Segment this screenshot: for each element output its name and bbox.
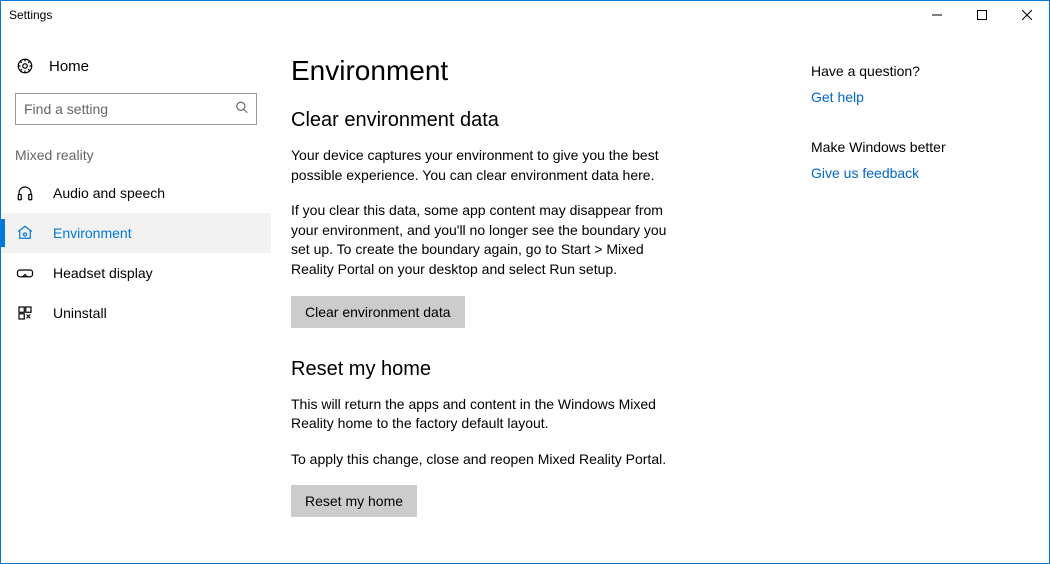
headset-icon: [15, 184, 35, 202]
sidebar-item-label: Uninstall: [53, 305, 107, 321]
vr-headset-icon: [15, 264, 35, 282]
category-header: Mixed reality: [1, 143, 271, 173]
search-container: [15, 93, 257, 125]
reset-home-button[interactable]: Reset my home: [291, 485, 417, 517]
sidebar-item-uninstall[interactable]: Uninstall: [1, 293, 271, 333]
page-title: Environment: [291, 55, 771, 87]
home-nav[interactable]: Home: [1, 49, 271, 83]
section-heading: Clear environment data: [291, 109, 771, 132]
section-paragraph: Your device captures your environment to…: [291, 146, 671, 185]
minimize-button[interactable]: [914, 1, 959, 29]
aside-heading: Make Windows better: [811, 139, 1029, 155]
section-paragraph: If you clear this data, some app content…: [291, 201, 671, 279]
section-paragraph: To apply this change, close and reopen M…: [291, 450, 671, 470]
sidebar-item-headset-display[interactable]: Headset display: [1, 253, 271, 293]
section-reset-home: Reset my home This will return the apps …: [291, 358, 771, 548]
sidebar-item-audio-speech[interactable]: Audio and speech: [1, 173, 271, 213]
main-content: Environment Clear environment data Your …: [271, 29, 1049, 563]
close-button[interactable]: [1004, 1, 1049, 29]
home-icon: [15, 57, 35, 75]
sidebar: Home Mixed reality Audio and speech Envi…: [1, 29, 271, 563]
aside-column: Have a question? Get help Make Windows b…: [811, 55, 1029, 543]
get-help-link[interactable]: Get help: [811, 89, 1029, 105]
maximize-icon: [977, 10, 987, 20]
aside-feedback: Make Windows better Give us feedback: [811, 139, 1029, 181]
minimize-icon: [932, 10, 942, 20]
nav-list: Audio and speech Environment Headset dis…: [1, 173, 271, 333]
section-paragraph: This will return the apps and content in…: [291, 395, 671, 434]
aside-help: Have a question? Get help: [811, 63, 1029, 105]
sidebar-item-label: Audio and speech: [53, 185, 165, 201]
environment-icon: [15, 224, 35, 242]
sidebar-item-environment[interactable]: Environment: [1, 213, 271, 253]
uninstall-icon: [15, 304, 35, 322]
section-clear-environment: Clear environment data Your device captu…: [291, 109, 771, 358]
aside-heading: Have a question?: [811, 63, 1029, 79]
give-feedback-link[interactable]: Give us feedback: [811, 165, 1029, 181]
close-icon: [1022, 10, 1032, 20]
sidebar-item-label: Headset display: [53, 265, 153, 281]
sidebar-item-label: Environment: [53, 225, 132, 241]
clear-environment-button[interactable]: Clear environment data: [291, 296, 465, 328]
section-heading: Reset my home: [291, 358, 771, 381]
window-title: Settings: [9, 8, 52, 22]
home-label: Home: [49, 58, 89, 75]
title-bar: Settings: [1, 1, 1049, 29]
maximize-button[interactable]: [959, 1, 1004, 29]
content-column: Environment Clear environment data Your …: [291, 55, 771, 543]
search-input[interactable]: [15, 93, 257, 125]
